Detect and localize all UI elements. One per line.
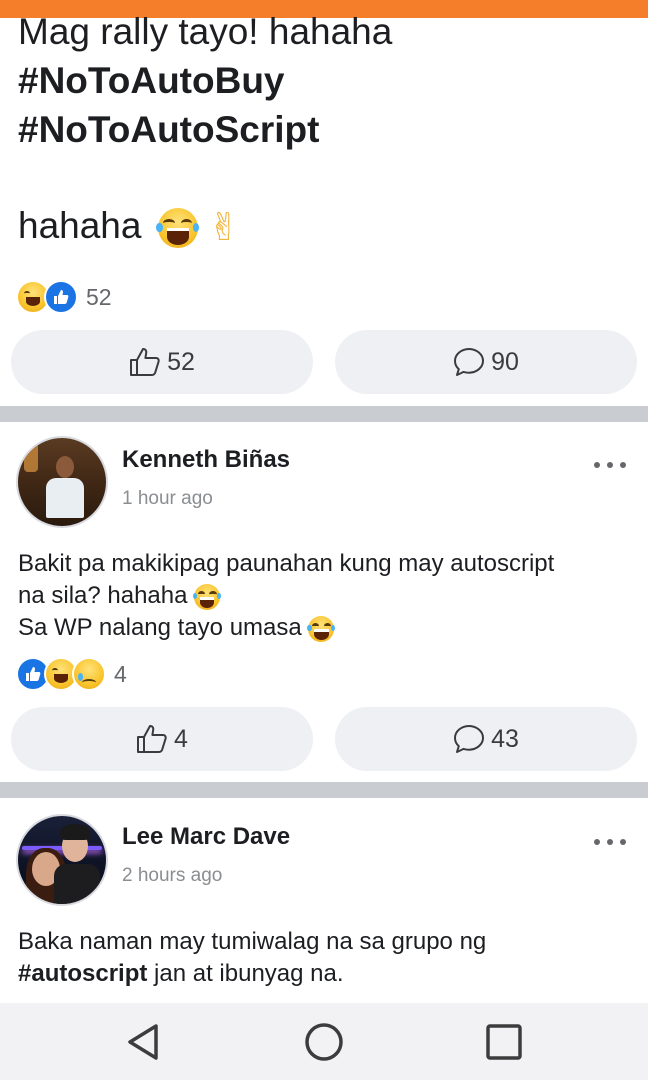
post-separator	[0, 406, 648, 422]
post1-text-line4: hahaha ✌	[18, 204, 240, 250]
post2-timestamp[interactable]: 1 hour ago	[122, 488, 213, 510]
post2-more-button[interactable]	[594, 460, 626, 470]
post3-timestamp[interactable]: 2 hours ago	[122, 865, 222, 887]
post2-like-button[interactable]: 4	[11, 707, 313, 771]
post1-text-hahaha: hahaha	[18, 205, 142, 246]
laughing-tears-emoji-icon	[307, 615, 336, 642]
post2-author-name[interactable]: Kenneth Biñas	[122, 446, 290, 474]
like-reaction-icon	[44, 280, 78, 314]
comment-icon	[454, 348, 485, 376]
post2-text-line3: Sa WP nalang tayo umasa	[18, 612, 336, 644]
nav-recent-apps-button[interactable]	[484, 1022, 524, 1062]
post1-reaction-summary[interactable]: 52	[16, 280, 112, 314]
post3-text-segment: jan at ibunyag na.	[147, 960, 344, 987]
post1-action-row: 52 90	[0, 330, 648, 394]
laughing-tears-emoji-icon	[156, 208, 200, 249]
post1-comment-count: 90	[491, 347, 519, 376]
post2-like-count: 4	[174, 724, 188, 753]
post1-like-count: 52	[167, 347, 195, 376]
avatar-kenneth[interactable]	[16, 436, 108, 528]
post1-comment-button[interactable]: 90	[335, 330, 637, 394]
sad-reaction-icon	[72, 657, 106, 691]
post2-reaction-count: 4	[114, 660, 127, 687]
post2-comment-count: 43	[491, 724, 519, 753]
post3-text-line1: Baka naman may tumiwalag na sa grupo ng	[18, 928, 487, 955]
avatar-lee-marc-dave[interactable]	[16, 814, 108, 906]
post1-hashtag-noautoscript[interactable]: #NoToAutoScript	[18, 108, 319, 152]
post2-reaction-summary[interactable]: 4	[16, 657, 127, 691]
nav-back-button[interactable]	[124, 1022, 164, 1062]
post3-hashtag-autoscript[interactable]: #autoscript	[18, 960, 147, 987]
more-icon	[594, 462, 600, 468]
post3-text-line2: #autoscript jan at ibunyag na.	[18, 958, 344, 990]
back-triangle-icon	[128, 1024, 158, 1060]
post2-text-segment: na sila? hahaha	[18, 582, 188, 609]
post2-comment-button[interactable]: 43	[335, 707, 637, 771]
like-icon	[137, 725, 167, 753]
post2-text-line2: na sila? hahaha	[18, 580, 222, 612]
post3-more-button[interactable]	[594, 837, 626, 847]
post2-action-row: 4 43	[0, 707, 648, 771]
recent-square-icon	[486, 1024, 522, 1060]
post-separator	[0, 782, 648, 798]
post1-like-button[interactable]: 52	[11, 330, 313, 394]
system-navigation-bar	[0, 1003, 648, 1080]
post1-hashtag-noautobuy[interactable]: #NoToAutoBuy	[18, 59, 285, 103]
post1-hashtag-label: #NoToAutoScript	[18, 109, 320, 150]
post1-hashtag-label: #NoToAutoBuy	[18, 60, 285, 101]
post2-text-line1: Bakit pa makikipag paunahan kung may aut…	[18, 550, 555, 577]
comment-icon	[454, 725, 485, 753]
peace-hand-emoji-icon: ✌	[208, 207, 240, 250]
nav-home-button[interactable]	[304, 1022, 344, 1062]
like-icon	[130, 348, 160, 376]
post3-author-name[interactable]: Lee Marc Dave	[122, 823, 290, 851]
more-icon	[594, 839, 600, 845]
post1-reaction-count: 52	[86, 283, 112, 310]
laughing-tears-emoji-icon	[193, 583, 222, 610]
post2-text-segment: Sa WP nalang tayo umasa	[18, 614, 302, 641]
post1-text-line1: Mag rally tayo! hahaha	[18, 11, 393, 52]
home-circle-icon	[305, 1023, 343, 1061]
